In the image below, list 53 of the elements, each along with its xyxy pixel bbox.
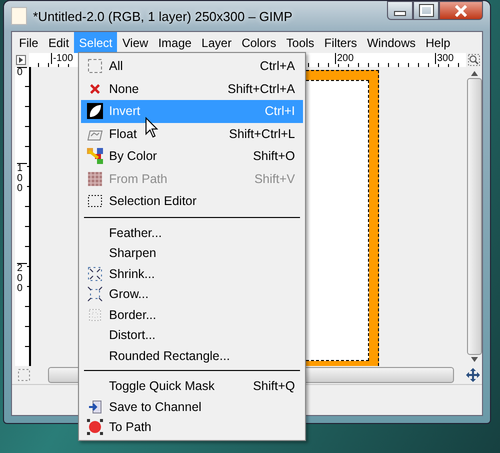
menu-item[interactable]: Grow...: [81, 284, 303, 304]
ruler-label: 200: [17, 263, 27, 294]
menu-bar-item[interactable]: Windows: [362, 32, 421, 53]
menu-item[interactable]: Shrink...: [81, 264, 303, 284]
maximize-button[interactable]: [413, 1, 439, 20]
menu-item[interactable]: Float Shift+Ctrl+L: [81, 122, 303, 145]
close-icon: [454, 4, 468, 16]
menu-bar-item[interactable]: Edit: [43, 32, 74, 53]
menu-bar-item[interactable]: Filters: [319, 32, 362, 53]
navigate-icon[interactable]: [466, 368, 480, 382]
selection-icon: [87, 194, 103, 208]
menu-item[interactable]: Sharpen: [81, 243, 303, 264]
down-arrow-icon[interactable]: [470, 357, 478, 362]
menu-item[interactable]: Save to Channel: [81, 396, 303, 417]
cross-icon: [90, 84, 100, 94]
menu-bar-item[interactable]: Help: [420, 32, 456, 53]
ruler-label: -100: [51, 52, 74, 64]
mouse-pointer-icon: [145, 117, 159, 139]
close-button[interactable]: [439, 1, 483, 20]
menu-item[interactable]: Toggle Quick Mask Shift+Q: [81, 376, 303, 396]
menu-item[interactable]: None Shift+Ctrl+A: [81, 78, 303, 100]
menu-bar-item[interactable]: View: [117, 32, 154, 53]
grow-icon: [87, 286, 103, 302]
zoom-icon[interactable]: [466, 53, 482, 67]
document-icon: [11, 7, 27, 25]
up-arrow-icon[interactable]: [470, 71, 478, 76]
invert-icon: [87, 103, 103, 120]
menu-item[interactable]: All Ctrl+A: [81, 55, 303, 78]
menu-bar-item[interactable]: Colors: [236, 32, 282, 53]
ruler-label: 0: [17, 67, 27, 78]
color-select-icon: [87, 148, 103, 164]
menu-item[interactable]: Border...: [81, 304, 303, 325]
to-path-icon: [87, 419, 103, 436]
menu-bar-item[interactable]: Layer: [196, 32, 237, 53]
ruler-label: 300: [435, 52, 454, 64]
ruler-label: 100: [17, 163, 27, 194]
window-title: *Untitled-2.0 (RGB, 1 layer) 250x300 – GIMP: [33, 8, 292, 24]
menu-item[interactable]: To Path: [81, 417, 303, 438]
minimize-button[interactable]: [387, 1, 413, 20]
menu-item[interactable]: Rounded Rectangle...: [81, 346, 303, 366]
shrink-icon: [87, 266, 103, 282]
menu-bar-item[interactable]: File: [14, 32, 44, 53]
menu-bar-item[interactable]: Image: [153, 32, 197, 53]
selection-icon: [87, 58, 103, 74]
save-to-channel-icon: [88, 400, 102, 414]
menu-item[interactable]: Distort...: [81, 325, 303, 346]
path-icon: [88, 172, 102, 186]
menu-item[interactable]: Selection Editor: [81, 190, 303, 212]
menu-item[interactable]: Feather...: [81, 222, 303, 243]
menu-item[interactable]: By Color Shift+O: [81, 145, 303, 168]
ruler-label: 200: [335, 52, 354, 64]
border-icon: [88, 308, 102, 322]
menu-bar-item[interactable]: Tools: [281, 32, 320, 53]
